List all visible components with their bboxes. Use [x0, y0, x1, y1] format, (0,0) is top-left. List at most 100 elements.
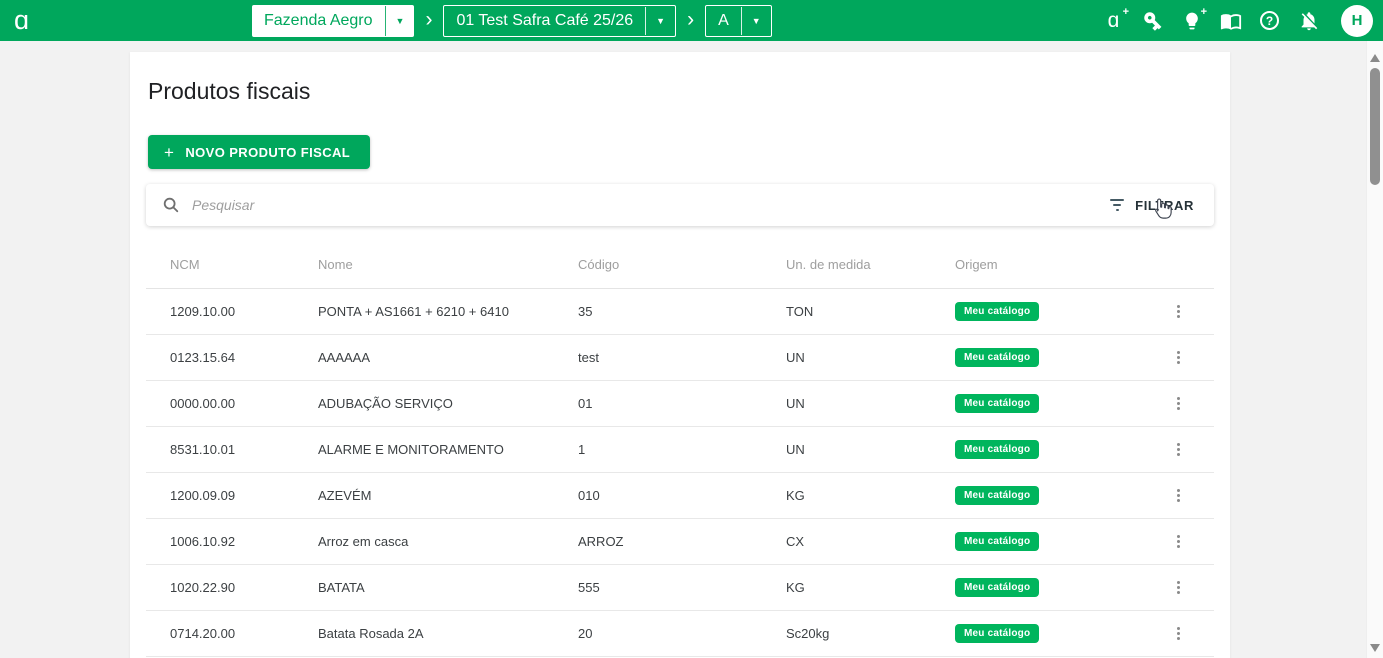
- unidade-cell: UN: [786, 396, 955, 411]
- ncm-cell: 0000.00.00: [170, 396, 318, 411]
- codigo-cell: test: [578, 350, 786, 365]
- nome-cell: AAAAAA: [318, 350, 578, 365]
- codigo-cell: 20: [578, 626, 786, 641]
- actions-cell: [1172, 438, 1216, 461]
- codigo-cell: 1: [578, 442, 786, 457]
- table-row[interactable]: 1006.10.92 Arroz em casca ARROZ CX Meu c…: [146, 519, 1214, 565]
- codigo-cell: 35: [578, 304, 786, 319]
- products-table: NCM Nome Código Un. de medida Origem 120…: [146, 226, 1214, 657]
- kebab-menu-icon[interactable]: [1172, 576, 1185, 599]
- nome-cell: Batata Rosada 2A: [318, 626, 578, 641]
- vertical-scrollbar[interactable]: [1366, 41, 1383, 658]
- column-header-unidade: Un. de medida: [786, 257, 955, 288]
- unidade-cell: UN: [786, 350, 955, 365]
- breadcrumb-chevron-icon: ›: [425, 9, 432, 33]
- search-icon: [162, 196, 180, 214]
- novo-produto-fiscal-label: NOVO PRODUTO FISCAL: [185, 145, 350, 160]
- table-row[interactable]: 0123.15.64 AAAAAA test UN Meu catálogo: [146, 335, 1214, 381]
- page-title: Produtos fiscais: [146, 52, 1214, 105]
- kebab-menu-icon[interactable]: [1172, 346, 1185, 369]
- table-row[interactable]: 1020.22.90 BATATA 555 KG Meu catálogo: [146, 565, 1214, 611]
- actions-cell: [1172, 346, 1216, 369]
- help-icon[interactable]: ?: [1257, 8, 1282, 33]
- table-row[interactable]: 8531.10.01 ALARME E MONITORAMENTO 1 UN M…: [146, 427, 1214, 473]
- origem-cell: Meu catálogo: [955, 394, 1172, 413]
- unidade-cell: KG: [786, 488, 955, 503]
- ncm-cell: 0714.20.00: [170, 626, 318, 641]
- avatar[interactable]: H: [1341, 5, 1373, 37]
- novo-produto-fiscal-button[interactable]: + NOVO PRODUTO FISCAL: [148, 135, 370, 169]
- search-input[interactable]: [192, 197, 1098, 213]
- plus-icon: +: [164, 144, 174, 161]
- key-icon[interactable]: [1140, 8, 1165, 33]
- kebab-menu-icon[interactable]: [1172, 622, 1185, 645]
- ncm-cell: 1200.09.09: [170, 488, 318, 503]
- selector-divider: [385, 6, 386, 36]
- farm-selector[interactable]: Fazenda Aegro ▼: [252, 5, 414, 37]
- origem-cell: Meu catálogo: [955, 578, 1172, 597]
- chevron-down-icon[interactable]: ▼: [386, 5, 415, 37]
- filtrar-label: FILTRAR: [1135, 198, 1194, 213]
- origem-badge: Meu catálogo: [955, 486, 1039, 505]
- codigo-cell: 010: [578, 488, 786, 503]
- actions-cell: [1172, 622, 1216, 645]
- season-selector[interactable]: 01 Test Safra Café 25/26 ▼: [443, 5, 676, 37]
- notifications-off-icon[interactable]: [1296, 8, 1321, 33]
- chevron-down-icon[interactable]: ▼: [742, 6, 771, 36]
- chevron-down-icon[interactable]: ▼: [646, 6, 675, 36]
- unidade-cell: Sc20kg: [786, 626, 955, 641]
- breadcrumb-chevron-icon: ›: [687, 9, 694, 33]
- kebab-menu-icon[interactable]: [1172, 530, 1185, 553]
- table-row[interactable]: 1200.09.09 AZEVÉM 010 KG Meu catálogo: [146, 473, 1214, 519]
- origem-badge: Meu catálogo: [955, 302, 1039, 321]
- origem-cell: Meu catálogo: [955, 486, 1172, 505]
- column-header-actions: [1172, 272, 1214, 288]
- origem-badge: Meu catálogo: [955, 394, 1039, 413]
- scroll-up-arrow-icon[interactable]: [1370, 54, 1380, 62]
- origem-badge: Meu catálogo: [955, 440, 1039, 459]
- plot-selector[interactable]: A ▼: [705, 5, 772, 37]
- origem-cell: Meu catálogo: [955, 624, 1172, 643]
- produtos-fiscais-card: Produtos fiscais + NOVO PRODUTO FISCAL F…: [130, 52, 1230, 658]
- search-filter-bar: FILTRAR: [146, 184, 1214, 226]
- kebab-menu-icon[interactable]: [1172, 392, 1185, 415]
- table-row[interactable]: 0000.00.00 ADUBAÇÃO SERVIÇO 01 UN Meu ca…: [146, 381, 1214, 427]
- origem-badge: Meu catálogo: [955, 578, 1039, 597]
- table-row[interactable]: 0714.20.00 Batata Rosada 2A 20 Sc20kg Me…: [146, 611, 1214, 657]
- kebab-menu-icon[interactable]: [1172, 438, 1185, 461]
- book-icon[interactable]: [1218, 8, 1243, 33]
- breadcrumb: Fazenda Aegro ▼ › 01 Test Safra Café 25/…: [252, 5, 772, 37]
- selector-divider: [741, 7, 742, 35]
- lightbulb-plus-icon[interactable]: +: [1179, 8, 1204, 33]
- nome-cell: PONTA + AS1661 + 6210 + 6410: [318, 304, 578, 319]
- nome-cell: AZEVÉM: [318, 488, 578, 503]
- actions-cell: [1172, 300, 1216, 323]
- nome-cell: Arroz em casca: [318, 534, 578, 549]
- column-header-ncm: NCM: [170, 257, 318, 288]
- unidade-cell: UN: [786, 442, 955, 457]
- aegro-logo-icon[interactable]: ɑ: [14, 7, 44, 34]
- codigo-cell: 01: [578, 396, 786, 411]
- actions-cell: [1172, 576, 1216, 599]
- scrollbar-thumb[interactable]: [1370, 68, 1380, 185]
- kebab-menu-icon[interactable]: [1172, 484, 1185, 507]
- actions-cell: [1172, 484, 1216, 507]
- farm-selector-label: Fazenda Aegro: [252, 5, 385, 37]
- column-header-origem: Origem: [955, 257, 1172, 288]
- table-header-row: NCM Nome Código Un. de medida Origem: [146, 226, 1214, 289]
- unidade-cell: KG: [786, 580, 955, 595]
- plot-selector-label: A: [706, 6, 741, 36]
- origem-cell: Meu catálogo: [955, 348, 1172, 367]
- column-header-nome: Nome: [318, 257, 578, 288]
- ncm-cell: 8531.10.01: [170, 442, 318, 457]
- table-body: 1209.10.00 PONTA + AS1661 + 6210 + 6410 …: [146, 289, 1214, 657]
- table-row[interactable]: 1209.10.00 PONTA + AS1661 + 6210 + 6410 …: [146, 289, 1214, 335]
- scroll-down-arrow-icon[interactable]: [1370, 644, 1380, 652]
- filtrar-button[interactable]: FILTRAR: [1098, 190, 1206, 221]
- nome-cell: ADUBAÇÃO SERVIÇO: [318, 396, 578, 411]
- origem-badge: Meu catálogo: [955, 624, 1039, 643]
- origem-badge: Meu catálogo: [955, 532, 1039, 551]
- aegro-add-icon[interactable]: ɑ +: [1101, 8, 1126, 33]
- kebab-menu-icon[interactable]: [1172, 300, 1185, 323]
- unidade-cell: TON: [786, 304, 955, 319]
